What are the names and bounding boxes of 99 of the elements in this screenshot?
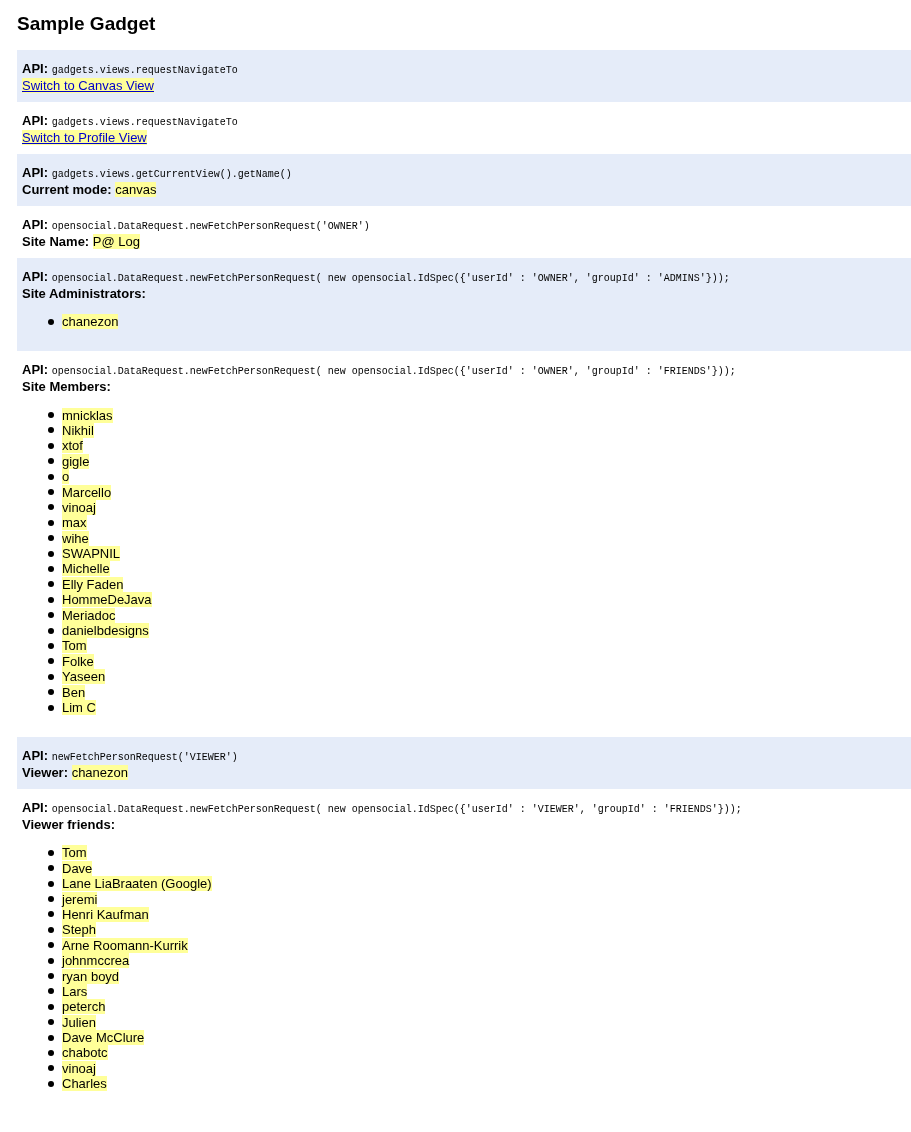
bullet-icon <box>48 957 54 964</box>
bullet-icon <box>48 896 54 903</box>
field-value: chanezon <box>71 765 129 781</box>
person-name: jeremi <box>62 891 98 907</box>
person-name: wihe <box>62 530 89 546</box>
person-name: Charles <box>62 1076 107 1092</box>
bullet-icon <box>48 318 54 325</box>
person-name: Steph <box>62 922 96 938</box>
person-name: ryan boyd <box>62 968 120 984</box>
person-name: max <box>62 515 87 531</box>
api-label: API: <box>22 113 48 128</box>
person-name: o <box>62 469 70 485</box>
bullet-icon <box>48 581 54 588</box>
api-call: gadgets.views.getCurrentView().getName() <box>51 169 292 180</box>
bullet-icon <box>48 504 54 511</box>
person-name: Dave McClure <box>62 1030 145 1046</box>
bullet-icon <box>48 973 54 979</box>
view-switch-link[interactable]: Switch to Profile View <box>22 130 147 145</box>
bullet-icon <box>48 442 54 449</box>
api-label: API: <box>22 362 48 378</box>
person-name: Elly Faden <box>62 576 124 592</box>
list-label: Viewer friends: <box>22 817 115 833</box>
api-call: opensocial.DataRequest.newFetchPersonRequest( new opensocial.IdSpec({'userId' : 'VIEWER', 'groupId' : 'FRIENDS'})); <box>51 804 742 816</box>
api-label: API: <box>22 269 48 284</box>
person-name: chanezon <box>62 314 119 330</box>
person-name: mnicklas <box>62 407 113 423</box>
bullet-icon <box>48 458 54 465</box>
person-name: Ben <box>62 684 86 700</box>
gadget-title: Sample Gadget <box>17 12 157 36</box>
bullet-icon <box>48 942 54 949</box>
person-name: Dave <box>62 860 93 876</box>
bullet-icon <box>48 1049 54 1056</box>
api-label: API: <box>22 165 48 180</box>
bullet-icon <box>48 412 54 419</box>
bullet-icon <box>48 535 54 542</box>
person-name: Henri Kaufman <box>62 906 149 922</box>
api-call: newFetchPersonRequest('VIEWER') <box>51 752 238 764</box>
bullet-icon <box>48 612 54 619</box>
person-name: chabotc <box>62 1045 108 1061</box>
bullet-icon <box>48 566 54 572</box>
api-call: opensocial.DataRequest.newFetchPersonRequest( new opensocial.IdSpec({'userId' : 'OWNER', 'groupId' : 'FRIENDS'})); <box>51 366 736 378</box>
person-name: Lane LiaBraaten (Google) <box>62 876 212 892</box>
list-label: Site Members: <box>22 379 111 395</box>
person-name: Folke <box>62 653 94 669</box>
bullet-icon <box>48 673 54 680</box>
person-name: Lim C <box>62 700 96 715</box>
view-switch-link[interactable]: Switch to Canvas View <box>22 78 154 93</box>
bullet-icon <box>48 880 54 887</box>
person-name: xtof <box>62 438 83 454</box>
person-name: Tom <box>62 845 87 861</box>
bullet-icon <box>48 988 54 995</box>
person-name: Michelle <box>62 561 110 577</box>
bullet-icon <box>48 1019 54 1026</box>
person-name: Julien <box>62 1014 96 1030</box>
api-label: API: <box>22 61 48 76</box>
bullet-icon <box>48 473 54 480</box>
bullet-icon <box>48 427 54 434</box>
bullet-icon <box>48 911 54 918</box>
bullet-icon <box>48 627 54 634</box>
bullet-icon <box>48 519 54 526</box>
person-name: HommeDeJava <box>62 592 152 608</box>
bullet-icon <box>48 689 54 696</box>
person-name: johnmccrea <box>62 953 130 969</box>
person-name: Yaseen <box>62 669 106 685</box>
person-name: Marcello <box>62 484 112 500</box>
field-label: Current mode: <box>22 182 112 197</box>
bullet-icon <box>48 704 54 711</box>
api-call: gadgets.views.requestNavigateTo <box>51 65 238 76</box>
bullet-icon <box>48 849 54 856</box>
bullet-icon <box>48 865 54 872</box>
field-label: Viewer: <box>22 765 68 781</box>
bullet-icon <box>48 642 54 649</box>
api-call: opensocial.DataRequest.newFetchPersonRequest( new opensocial.IdSpec({'userId' : 'OWNER', 'groupId' : 'ADMINS'})); <box>51 273 730 284</box>
bullet-icon <box>48 596 54 603</box>
bullet-icon <box>48 1034 54 1041</box>
bullet-icon <box>48 926 54 933</box>
api-label: API: <box>22 748 48 764</box>
person-name: vinoaj <box>62 1060 96 1076</box>
bullet-icon <box>48 1003 54 1010</box>
api-call: gadgets.views.requestNavigateTo <box>51 117 238 128</box>
api-label: API: <box>22 800 48 816</box>
api-label: API: <box>22 217 48 232</box>
bullet-icon <box>48 658 54 665</box>
person-name: danielbdesigns <box>62 623 149 639</box>
person-name: peterch <box>62 999 106 1015</box>
bullet-icon <box>48 1080 54 1087</box>
person-name: SWAPNIL <box>62 546 121 562</box>
person-name: Tom <box>62 638 87 654</box>
person-name: Arne Roomann-Kurrik <box>62 937 188 953</box>
field-label: Site Name: <box>22 234 90 249</box>
api-call: opensocial.DataRequest.newFetchPersonRequest('OWNER') <box>51 221 370 232</box>
bullet-icon <box>48 1065 54 1072</box>
bullet-icon <box>48 550 54 557</box>
person-name: gigle <box>62 453 90 469</box>
list-label: Site Administrators: <box>22 286 146 301</box>
bullet-icon <box>48 489 54 496</box>
person-name: Meriadoc <box>62 607 116 623</box>
field-value: P@ Log <box>92 234 140 249</box>
field-value: canvas <box>115 182 157 197</box>
